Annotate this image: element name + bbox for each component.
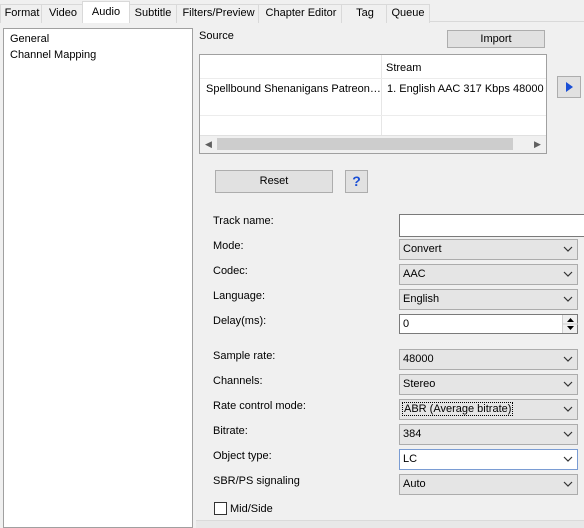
sidebar-tree: General Channel Mapping (3, 28, 193, 528)
source-stream-table[interactable]: Stream Spellbound Shenanigans Patreon… 1… (199, 54, 547, 154)
language-value: English (403, 293, 440, 305)
tab-queue[interactable]: Queue (386, 4, 430, 23)
tab-audio[interactable]: Audio (82, 1, 130, 23)
sample-rate-select[interactable]: 48000 (399, 349, 578, 370)
source-label: Source (199, 30, 234, 42)
rate-control-value: ABR (Average bitrate) (401, 402, 514, 416)
language-label: Language: (213, 290, 265, 302)
tab-video[interactable]: Video (41, 4, 85, 23)
codec-label: Codec: (213, 265, 248, 277)
scrollbar-thumb[interactable] (217, 138, 513, 150)
tab-tag[interactable]: Tag (341, 4, 389, 23)
chevron-down-icon (563, 296, 573, 302)
bitrate-value: 384 (403, 428, 422, 440)
track-name-input[interactable] (399, 214, 584, 237)
rate-control-select[interactable]: ABR (Average bitrate) (399, 399, 578, 420)
tab-bar: Format Video Audio Subtitle Filters/Prev… (0, 0, 584, 23)
tab-format[interactable]: Format (0, 4, 44, 23)
language-select[interactable]: English (399, 289, 578, 310)
scroll-left-icon[interactable]: ◀ (200, 136, 217, 153)
help-button[interactable]: ? (345, 170, 368, 193)
chevron-down-icon (563, 356, 573, 362)
mode-value: Convert (403, 243, 442, 255)
delay-value: 0 (403, 318, 410, 330)
mid-side-label: Mid/Side (230, 503, 273, 515)
horizontal-scrollbar[interactable]: ◀ ▶ (200, 135, 546, 153)
chevron-down-icon (563, 431, 573, 437)
chevron-down-icon (563, 246, 573, 252)
rate-control-label: Rate control mode: (213, 400, 306, 412)
sample-rate-value: 48000 (403, 353, 434, 365)
import-button[interactable]: Import (447, 30, 545, 48)
channels-value: Stereo (403, 378, 436, 390)
object-type-select[interactable]: LC (399, 449, 578, 470)
sbr-ps-select[interactable]: Auto (399, 474, 578, 495)
sample-rate-label: Sample rate: (213, 350, 276, 362)
delay-label: Delay(ms): (213, 315, 267, 327)
chevron-down-icon (563, 406, 573, 412)
bottom-scroll-area (196, 520, 584, 528)
chevron-down-icon (563, 456, 573, 462)
stream-description: 1. English AAC 317 Kbps 48000 (387, 83, 544, 95)
chevron-down-icon (563, 271, 573, 277)
reset-button[interactable]: Reset (215, 170, 333, 193)
chevron-down-icon (563, 481, 573, 487)
bitrate-label: Bitrate: (213, 425, 248, 437)
object-type-value: LC (403, 453, 418, 465)
codec-value: AAC (403, 268, 426, 280)
triangle-right-icon (566, 82, 573, 92)
sidebar-item-channel-mapping[interactable]: Channel Mapping (10, 49, 96, 61)
mid-side-checkbox[interactable] (214, 502, 227, 515)
sbr-ps-value: Auto (403, 478, 426, 490)
bitrate-select[interactable]: 384 (399, 424, 578, 445)
delay-spinbox[interactable]: 0 (399, 314, 578, 334)
mode-label: Mode: (213, 240, 244, 252)
channels-label: Channels: (213, 375, 263, 387)
source-file-name: Spellbound Shenanigans Patreon… (206, 83, 381, 95)
tab-chapter-editor[interactable]: Chapter Editor (258, 4, 344, 23)
track-name-label: Track name: (213, 215, 274, 227)
object-type-label: Object type: (213, 450, 272, 462)
codec-select[interactable]: AAC (399, 264, 578, 285)
channels-select[interactable]: Stereo (399, 374, 578, 395)
column-header-stream: Stream (386, 62, 422, 74)
mode-select[interactable]: Convert (399, 239, 578, 260)
tab-subtitle[interactable]: Subtitle (127, 4, 179, 23)
sbr-ps-label: SBR/PS signaling (213, 475, 300, 487)
sidebar-item-general[interactable]: General (10, 33, 49, 45)
next-stream-button[interactable] (557, 76, 581, 98)
chevron-down-icon (563, 381, 573, 387)
spin-up-down-icon[interactable] (562, 315, 578, 333)
table-row[interactable]: Spellbound Shenanigans Patreon… 1. Engli… (200, 79, 546, 101)
scroll-right-icon[interactable]: ▶ (529, 136, 546, 153)
tab-filters-preview[interactable]: Filters/Preview (176, 4, 261, 23)
